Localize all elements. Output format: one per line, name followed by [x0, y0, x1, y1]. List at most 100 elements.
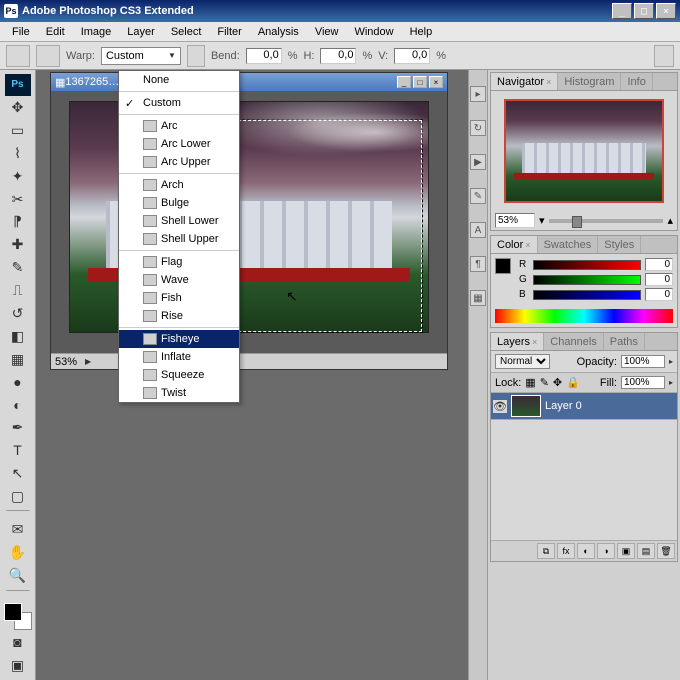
- history-brush-tool[interactable]: ↺: [5, 302, 31, 324]
- path-tool[interactable]: ↖: [5, 462, 31, 484]
- link-icon[interactable]: ⧉: [537, 543, 555, 559]
- color-fg-swatch[interactable]: [495, 258, 511, 274]
- healing-tool[interactable]: ✚: [5, 234, 31, 256]
- zoom-slider[interactable]: [549, 219, 664, 223]
- tab-channels[interactable]: Channels: [544, 333, 603, 350]
- document-titlebar[interactable]: ▦ 1367265…% (Layer 0, RGB/8#) _ □ ×: [51, 73, 447, 91]
- dd-rise[interactable]: Rise: [119, 307, 239, 325]
- screenmode-tool[interactable]: ▣: [5, 654, 31, 676]
- dock-char-icon[interactable]: A: [470, 222, 486, 238]
- menu-file[interactable]: File: [4, 24, 38, 40]
- g-slider[interactable]: [533, 275, 641, 285]
- g-value[interactable]: 0: [645, 273, 673, 286]
- b-slider[interactable]: [533, 290, 641, 300]
- opacity-input[interactable]: 100%: [621, 355, 665, 368]
- type-tool[interactable]: T: [5, 440, 31, 462]
- blend-mode-select[interactable]: Normal: [495, 354, 550, 369]
- folder-icon[interactable]: ▣: [617, 543, 635, 559]
- lasso-tool[interactable]: ⌇: [5, 143, 31, 165]
- dd-fish[interactable]: Fish: [119, 289, 239, 307]
- color-spectrum[interactable]: [495, 309, 673, 323]
- dodge-tool[interactable]: ◐: [5, 394, 31, 416]
- document-canvas[interactable]: [51, 91, 447, 353]
- transform-icon[interactable]: [6, 45, 30, 67]
- menu-edit[interactable]: Edit: [38, 24, 73, 40]
- lock-move-icon[interactable]: ✥: [553, 376, 562, 389]
- new-layer-icon[interactable]: ▤: [637, 543, 655, 559]
- nav-zoom-input[interactable]: 53%: [495, 213, 535, 228]
- layer-thumbnail[interactable]: [511, 395, 541, 417]
- maximize-button[interactable]: □: [634, 3, 654, 19]
- adjustment-icon[interactable]: ◑: [597, 543, 615, 559]
- close-button[interactable]: ×: [656, 3, 676, 19]
- eyedropper-tool[interactable]: ⁋: [5, 211, 31, 233]
- tab-styles[interactable]: Styles: [598, 236, 641, 253]
- ps-logo-icon[interactable]: Ps: [5, 74, 31, 96]
- layer-item[interactable]: 👁 Layer 0: [491, 393, 677, 420]
- r-value[interactable]: 0: [645, 258, 673, 271]
- layer-name[interactable]: Layer 0: [545, 400, 582, 412]
- fill-input[interactable]: 100%: [621, 376, 665, 389]
- eraser-tool[interactable]: ◧: [5, 325, 31, 347]
- menu-analysis[interactable]: Analysis: [250, 24, 307, 40]
- dd-custom[interactable]: ✓Custom: [119, 94, 239, 112]
- workspace-icon[interactable]: [654, 45, 674, 67]
- fx-icon[interactable]: fx: [557, 543, 575, 559]
- v-input[interactable]: 0,0: [394, 48, 430, 64]
- dd-arc-upper[interactable]: Arc Upper: [119, 153, 239, 171]
- tab-color[interactable]: Color×: [491, 236, 538, 253]
- zoom-out-icon[interactable]: ▾: [539, 214, 545, 227]
- tab-navigator[interactable]: Navigator×: [491, 73, 558, 90]
- zoom-tool[interactable]: 🔍: [5, 565, 31, 587]
- marquee-tool[interactable]: ▭: [5, 120, 31, 142]
- doc-minimize-button[interactable]: _: [397, 76, 411, 88]
- brush-tool[interactable]: ✎: [5, 257, 31, 279]
- warp-select[interactable]: Custom ▼: [101, 47, 181, 65]
- dock-brush-icon[interactable]: ✎: [470, 188, 486, 204]
- dd-shell-upper[interactable]: Shell Upper: [119, 230, 239, 248]
- mask-icon[interactable]: ◐: [577, 543, 595, 559]
- lock-all-icon[interactable]: 🔒: [566, 376, 580, 389]
- dd-fisheye[interactable]: Fisheye: [119, 330, 239, 348]
- quickmask-tool[interactable]: ◙: [5, 631, 31, 653]
- menu-help[interactable]: Help: [402, 24, 441, 40]
- blur-tool[interactable]: ●: [5, 371, 31, 393]
- lock-brush-icon[interactable]: ✎: [540, 376, 549, 389]
- tab-histogram[interactable]: Histogram: [558, 73, 621, 90]
- zoom-level[interactable]: 53%: [55, 356, 77, 368]
- notes-tool[interactable]: ✉: [5, 519, 31, 541]
- color-swatch[interactable]: [4, 603, 32, 631]
- minimize-button[interactable]: _: [612, 3, 632, 19]
- h-input[interactable]: 0,0: [320, 48, 356, 64]
- transform-marquee[interactable]: [218, 120, 422, 332]
- doc-close-button[interactable]: ×: [429, 76, 443, 88]
- menu-filter[interactable]: Filter: [209, 24, 249, 40]
- dock-comp-icon[interactable]: ▦: [470, 290, 486, 306]
- navigator-thumbnail[interactable]: [504, 99, 664, 203]
- dd-twist[interactable]: Twist: [119, 384, 239, 402]
- dd-arc[interactable]: Arc: [119, 117, 239, 135]
- zoom-in-icon[interactable]: ▴: [667, 214, 673, 227]
- dock-actions-icon[interactable]: ▶: [470, 154, 486, 170]
- grid-icon[interactable]: [36, 45, 60, 67]
- r-slider[interactable]: [533, 260, 641, 270]
- dd-wave[interactable]: Wave: [119, 271, 239, 289]
- stamp-tool[interactable]: ⎍: [5, 280, 31, 302]
- shape-tool[interactable]: ▢: [5, 485, 31, 507]
- crop-tool[interactable]: ✂: [5, 188, 31, 210]
- tab-layers[interactable]: Layers×: [491, 333, 544, 350]
- menu-view[interactable]: View: [307, 24, 347, 40]
- dd-inflate[interactable]: Inflate: [119, 348, 239, 366]
- dd-shell-lower[interactable]: Shell Lower: [119, 212, 239, 230]
- dd-none[interactable]: None: [119, 71, 239, 89]
- orientation-icon[interactable]: [187, 45, 205, 67]
- dd-arch[interactable]: Arch: [119, 176, 239, 194]
- dd-squeeze[interactable]: Squeeze: [119, 366, 239, 384]
- color-fg-bg[interactable]: [491, 254, 515, 307]
- visibility-icon[interactable]: 👁: [493, 400, 507, 413]
- dock-history-icon[interactable]: ↻: [470, 120, 486, 136]
- pen-tool[interactable]: ✒: [5, 417, 31, 439]
- gradient-tool[interactable]: ▦: [5, 348, 31, 370]
- menu-image[interactable]: Image: [73, 24, 120, 40]
- menu-layer[interactable]: Layer: [119, 24, 163, 40]
